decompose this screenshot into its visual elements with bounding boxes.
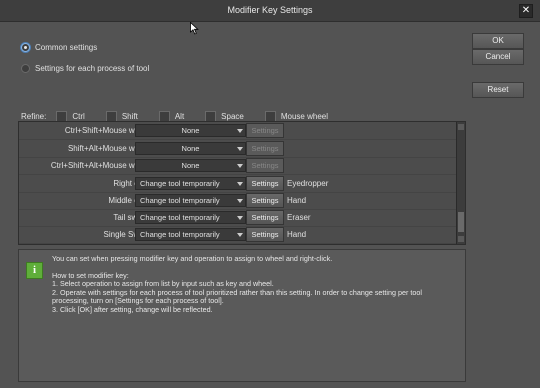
- operation-value: Change tool temporarily: [140, 213, 220, 222]
- mouse-cursor-icon: [190, 22, 199, 35]
- list-row: Ctrl+Shift+Alt+Mouse wheel: None Setting…: [19, 157, 456, 175]
- operation-select[interactable]: Change tool temporarily: [135, 177, 246, 190]
- radio-settings-per-tool[interactable]: Settings for each process of tool: [21, 64, 149, 73]
- chevron-down-icon: [237, 216, 243, 220]
- close-icon[interactable]: ✕: [519, 4, 533, 18]
- refine-alt-label: Alt: [174, 111, 185, 121]
- chevron-down-icon: [237, 233, 243, 237]
- list-row: Tail switch: Change tool temporarily Set…: [19, 209, 456, 227]
- refine-space-label: Space: [221, 111, 244, 121]
- refine-label: Refine:: [21, 111, 47, 121]
- modifier-assignment-list: Ctrl+Shift+Mouse wheel: None Settings Sh…: [18, 121, 466, 245]
- refine-shift[interactable]: Shift: [105, 110, 138, 122]
- help-info-panel: i You can set when pressing modifier key…: [18, 249, 466, 382]
- help-step-3: 3. Click [OK] after setting, change will…: [52, 304, 213, 314]
- operation-select[interactable]: None: [135, 124, 246, 137]
- operation-select[interactable]: Change tool temporarily: [135, 228, 246, 241]
- list-scrollbar[interactable]: [456, 122, 465, 244]
- reset-button[interactable]: Reset: [472, 82, 524, 98]
- scroll-down-icon[interactable]: [458, 236, 464, 242]
- modifier-key-settings-dialog: Modifier Key Settings ✕ Common settings …: [0, 0, 540, 388]
- operation-value: None: [181, 126, 200, 135]
- operation-select[interactable]: Change tool temporarily: [135, 194, 246, 207]
- refine-ctrl-label: Ctrl: [72, 111, 85, 121]
- list-row: Single Swipe: Change tool temporarily Se…: [19, 226, 456, 244]
- settings-button[interactable]: Settings: [246, 193, 284, 208]
- tool-name: Eraser: [287, 213, 311, 222]
- refine-space-checkbox[interactable]: [205, 110, 217, 122]
- radio-common-settings-dot[interactable]: [21, 43, 30, 52]
- refine-ctrl[interactable]: Ctrl: [56, 110, 85, 122]
- refine-alt[interactable]: Alt: [158, 110, 185, 122]
- list-row: Right click: Change tool temporarily Set…: [19, 175, 456, 193]
- list-row: Middle click: Change tool temporarily Se…: [19, 192, 456, 210]
- chevron-down-icon: [237, 182, 243, 186]
- operation-value: None: [181, 161, 200, 170]
- refine-shift-label: Shift: [121, 111, 138, 121]
- info-icon: i: [26, 262, 43, 279]
- refine-ctrl-checkbox[interactable]: [56, 110, 68, 122]
- chevron-down-icon: [237, 129, 243, 133]
- chevron-down-icon: [237, 199, 243, 203]
- refine-mouse-wheel[interactable]: Mouse wheel: [264, 110, 328, 122]
- radio-settings-per-tool-label: Settings for each process of tool: [35, 64, 150, 73]
- title-bar: Modifier Key Settings ✕: [0, 0, 540, 22]
- list-row: Ctrl+Shift+Mouse wheel: None Settings: [19, 122, 456, 140]
- tool-name: Eyedropper: [287, 179, 329, 188]
- operation-value: Change tool temporarily: [140, 179, 220, 188]
- list-row: Shift+Alt+Mouse wheel: None Settings: [19, 140, 456, 158]
- radio-common-settings-label: Common settings: [35, 43, 98, 52]
- refine-mouse-wheel-checkbox[interactable]: [264, 110, 276, 122]
- window-title: Modifier Key Settings: [227, 5, 313, 15]
- radio-settings-per-tool-dot[interactable]: [21, 64, 30, 73]
- refine-shift-checkbox[interactable]: [105, 110, 117, 122]
- operation-value: None: [181, 144, 200, 153]
- help-intro: You can set when pressing modifier key a…: [52, 254, 333, 263]
- settings-button[interactable]: Settings: [246, 158, 284, 173]
- settings-button[interactable]: Settings: [246, 210, 284, 225]
- operation-value: Change tool temporarily: [140, 196, 220, 205]
- refine-alt-checkbox[interactable]: [158, 110, 170, 122]
- operation-select[interactable]: Change tool temporarily: [135, 211, 246, 224]
- settings-button[interactable]: Settings: [246, 227, 284, 242]
- scroll-up-icon[interactable]: [458, 124, 464, 130]
- tool-name: Hand: [287, 230, 307, 239]
- help-text: You can set when pressing modifier key a…: [52, 254, 458, 315]
- chevron-down-icon: [237, 164, 243, 168]
- cancel-button[interactable]: Cancel: [472, 49, 524, 65]
- ok-button[interactable]: OK: [472, 33, 524, 49]
- settings-button[interactable]: Settings: [246, 123, 284, 138]
- settings-button[interactable]: Settings: [246, 176, 284, 191]
- settings-button[interactable]: Settings: [246, 141, 284, 156]
- operation-value: Change tool temporarily: [140, 230, 220, 239]
- tool-name: Hand: [287, 196, 307, 205]
- operation-select[interactable]: None: [135, 142, 246, 155]
- help-step-2: 2. Operate with settings for each proces…: [52, 287, 422, 306]
- radio-common-settings[interactable]: Common settings: [21, 43, 97, 52]
- refine-mouse-wheel-label: Mouse wheel: [280, 111, 328, 121]
- refine-space[interactable]: Space: [205, 110, 244, 122]
- chevron-down-icon: [237, 147, 243, 151]
- operation-select[interactable]: None: [135, 159, 246, 172]
- scroll-thumb[interactable]: [458, 212, 464, 232]
